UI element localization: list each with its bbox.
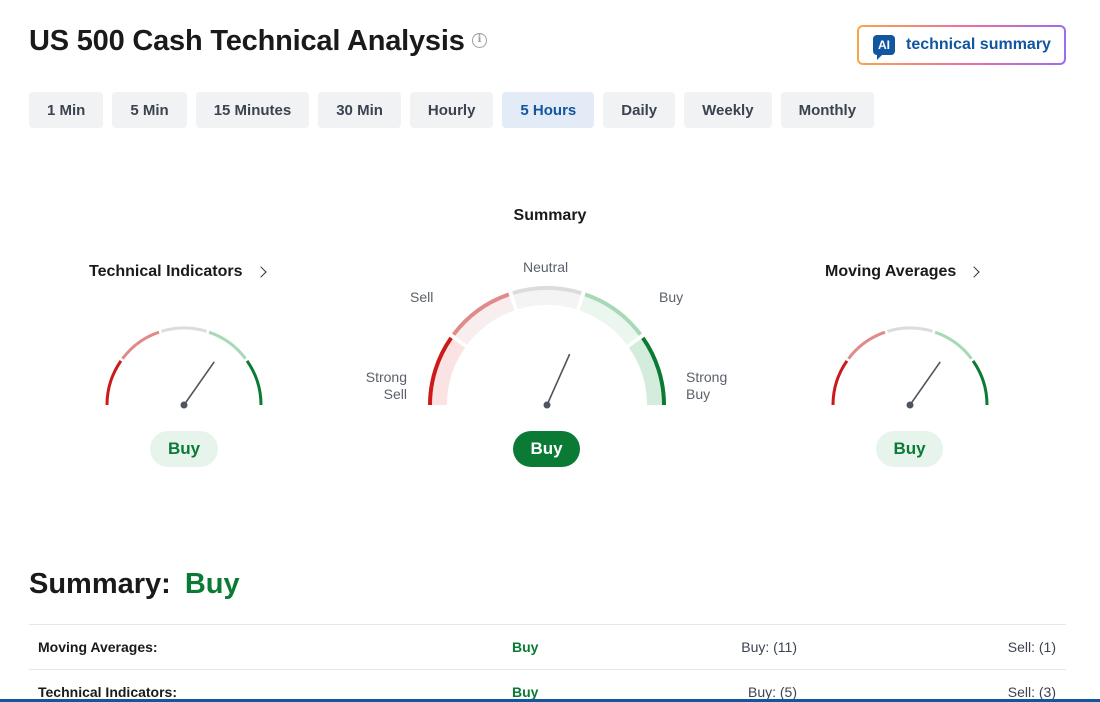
row-buy-count: Buy: (5) bbox=[747, 684, 797, 700]
moving-averages-signal: Buy bbox=[876, 431, 943, 467]
summary-table: Moving Averages: Buy Buy: (11) Sell: (1)… bbox=[29, 624, 1066, 702]
strong-buy-arc bbox=[245, 359, 263, 406]
summary-title: Summary: Buy bbox=[29, 568, 240, 601]
row-sell-count: Sell: (1) bbox=[1007, 639, 1056, 655]
strong-sell-arc bbox=[831, 359, 849, 406]
gauge-label-sell: Sell bbox=[410, 289, 434, 305]
gauge-needle bbox=[909, 361, 941, 406]
neutral-band bbox=[513, 290, 581, 310]
strong-sell-band bbox=[431, 339, 466, 405]
row-name: Moving Averages: bbox=[38, 639, 158, 655]
strong-buy-band bbox=[628, 339, 662, 405]
row-signal: Buy bbox=[512, 639, 539, 655]
summary-label: Summary: bbox=[29, 568, 171, 600]
gauge-label-neutral: Neutral bbox=[523, 259, 569, 275]
gauge-needle bbox=[546, 353, 571, 406]
row-buy-count: Buy: (11) bbox=[741, 639, 797, 655]
row-signal: Buy bbox=[512, 684, 539, 700]
gauge-needle-pivot bbox=[906, 401, 914, 409]
row-sell-count: Sell: (3) bbox=[1007, 684, 1056, 700]
sell-arc bbox=[847, 330, 886, 360]
buy-arc bbox=[934, 330, 973, 360]
summary-value: Buy bbox=[184, 568, 240, 600]
technical-indicators-gauge bbox=[105, 326, 263, 409]
row-name: Technical Indicators: bbox=[38, 684, 177, 700]
technical-indicators-signal: Buy bbox=[150, 431, 218, 467]
moving-averages-gauge bbox=[831, 326, 989, 409]
summary-signal: Buy bbox=[513, 431, 580, 467]
gauge-label-buy: Buy bbox=[659, 289, 684, 305]
sell-arc bbox=[121, 330, 160, 360]
gauge-label-strong-sell: Strong Sell bbox=[365, 369, 407, 402]
neutral-arc bbox=[887, 326, 933, 333]
gauge-needle-pivot bbox=[180, 401, 188, 409]
gauge-needle bbox=[183, 361, 215, 406]
table-row: Technical Indicators: Buy Buy: (5) Sell:… bbox=[29, 669, 1066, 702]
strong-sell-arc bbox=[105, 359, 123, 406]
gauge-needle-pivot bbox=[543, 401, 551, 409]
summary-gauge bbox=[428, 285, 666, 409]
gauge-label-strong-buy: Strong Buy bbox=[686, 369, 728, 402]
neutral-arc bbox=[161, 326, 207, 333]
strong-buy-arc bbox=[971, 359, 989, 406]
buy-arc bbox=[208, 330, 247, 360]
table-row: Moving Averages: Buy Buy: (11) Sell: (1) bbox=[29, 624, 1066, 669]
